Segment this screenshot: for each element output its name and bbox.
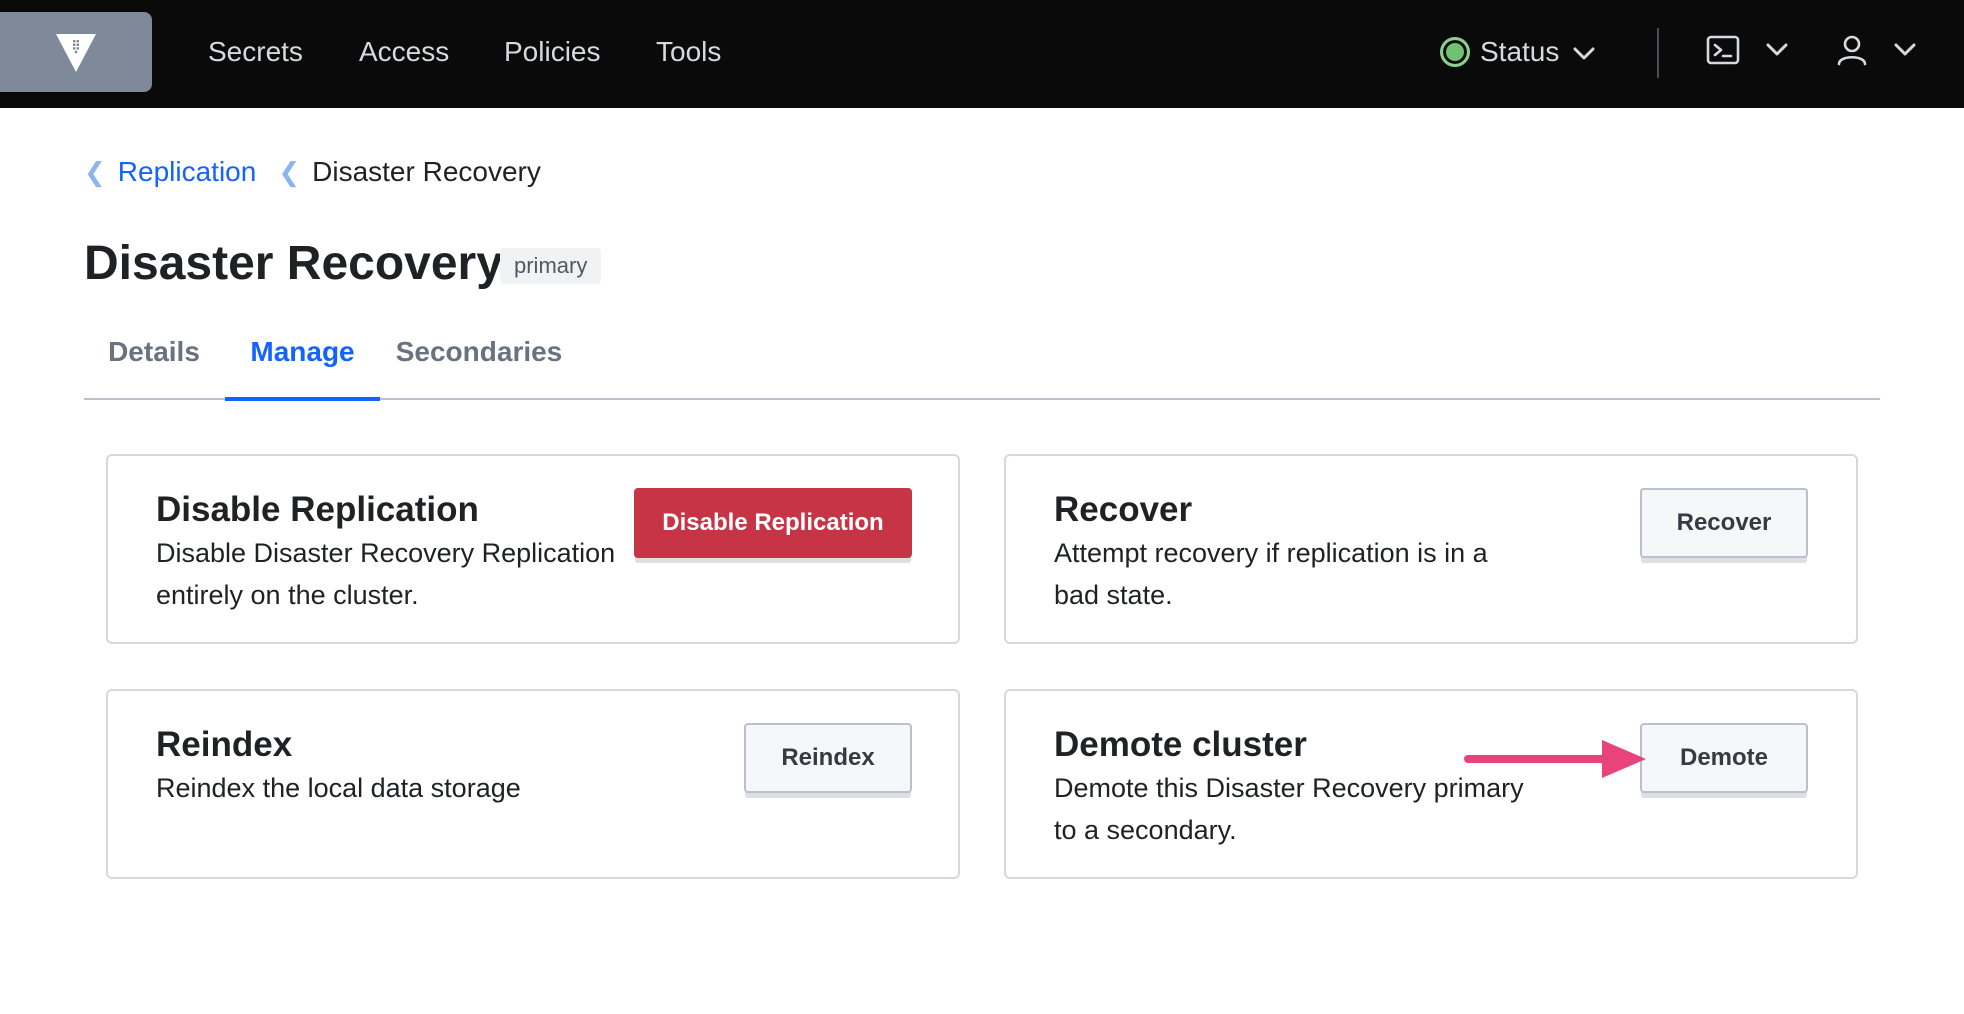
card-description: Attempt recovery if replication is in a … [1054,538,1488,610]
vault-logo-icon[interactable] [0,12,152,92]
recover-button[interactable]: Recover [1640,488,1808,558]
reindex-button[interactable]: Reindex [744,723,912,793]
chevron-left-icon: ❮ [84,156,106,187]
annotation-arrow-icon [1464,740,1646,778]
chevron-down-icon [1894,43,1916,62]
nav-link-policies[interactable]: Policies [504,30,600,74]
nav-link-access[interactable]: Access [359,30,449,74]
card-title: Disable Replication [156,490,479,529]
chevron-left-icon: ❮ [278,156,301,187]
tab-details[interactable]: Details [84,320,224,400]
breadcrumb-current: Disaster Recovery [312,156,541,187]
terminal-icon [1706,35,1740,70]
demote-button[interactable]: Demote [1640,723,1808,793]
breadcrumb-link-replication[interactable]: Replication [118,156,257,188]
card-recover: Recover Attempt recovery if replication … [1004,454,1858,644]
user-icon [1836,34,1868,71]
card-title: Demote cluster [1054,725,1307,764]
user-menu-button[interactable] [1836,30,1916,74]
status-label: Status [1480,36,1560,67]
card-description: Disable Disaster Recovery Replication en… [156,538,616,610]
status-menu[interactable]: Status [1440,30,1595,74]
nav-divider [1657,28,1659,78]
card-description: Reindex the local data storage [156,773,521,803]
nav-link-tools[interactable]: Tools [656,30,721,74]
card-title: Recover [1054,490,1193,529]
page-title: Disaster Recovery [84,237,503,290]
tab-bar: Details Manage Secondaries [84,320,1880,401]
chevron-down-icon [1573,36,1595,68]
console-menu-button[interactable] [1706,30,1788,74]
breadcrumb: ❮ Replication ❮ Disaster Recovery [84,154,541,190]
nav-link-secrets[interactable]: Secrets [208,30,303,74]
status-badge: primary [500,248,602,284]
tab-secondaries[interactable]: Secondaries [381,320,577,400]
tab-manage[interactable]: Manage [225,320,380,401]
card-reindex: Reindex Reindex the local data storage R… [106,689,960,879]
disable-replication-button[interactable]: Disable Replication [634,488,912,558]
status-indicator-icon [1440,37,1470,67]
card-demote-cluster: Demote cluster Demote this Disaster Reco… [1004,689,1858,879]
chevron-down-icon [1766,43,1788,62]
card-disable-replication: Disable Replication Disable Disaster Rec… [106,454,960,644]
card-title: Reindex [156,725,293,764]
top-navigation: Secrets Access Policies Tools Status [0,0,1964,108]
